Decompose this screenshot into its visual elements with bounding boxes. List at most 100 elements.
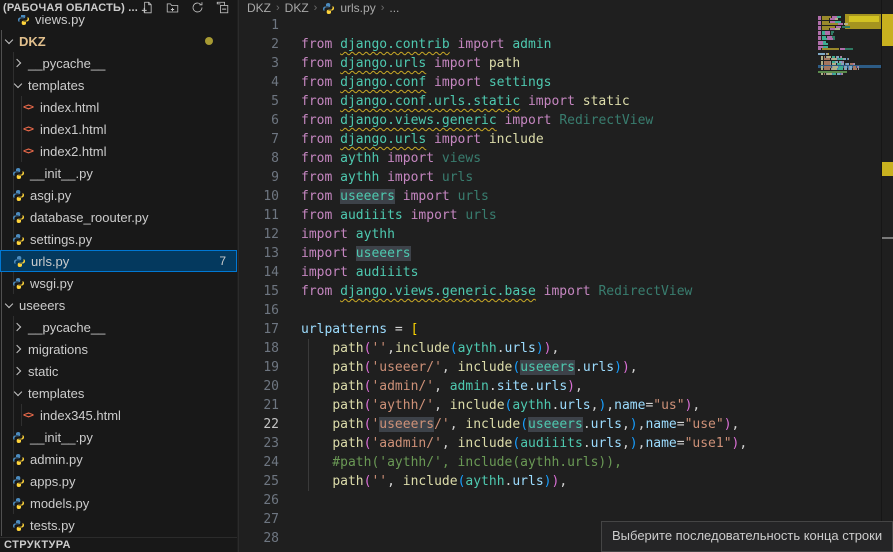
tree-item--pycache-[interactable]: __pycache__ (0, 316, 237, 338)
code-line-18[interactable]: 18 path('',include(aythh.urls)), (239, 339, 893, 358)
line-number[interactable]: 2 (239, 35, 279, 54)
code-line-24[interactable]: 24 #path('aythh/', include(aythh.urls)), (239, 453, 893, 472)
line-number[interactable]: 23 (239, 434, 279, 453)
tree-item-settings-py[interactable]: settings.py (0, 228, 237, 250)
tree-item-useeers[interactable]: useeers (0, 294, 237, 316)
tree-item-index2-html[interactable]: <>index2.html (0, 140, 237, 162)
collapse-all-icon[interactable] (216, 1, 229, 14)
tree-item-templates[interactable]: templates (0, 74, 237, 96)
code-line-22[interactable]: 22 path('useeers/', include(useeers.urls… (239, 415, 893, 434)
breadcrumb-item[interactable]: ... (389, 1, 399, 15)
line-number[interactable]: 12 (239, 225, 279, 244)
code-line-1[interactable]: 1 (239, 16, 893, 35)
outline-section-header[interactable]: СТРУКТУРА (0, 537, 237, 552)
code-line-10[interactable]: 10from useeers import urls (239, 187, 893, 206)
new-folder-icon[interactable] (166, 1, 179, 14)
line-number[interactable]: 16 (239, 301, 279, 320)
line-number[interactable]: 19 (239, 358, 279, 377)
code-line-17[interactable]: 17urlpatterns = [ (239, 320, 893, 339)
overview-ruler-mark (882, 14, 893, 46)
tree-item--init-py[interactable]: __init__.py (0, 426, 237, 448)
tree-item-index345-html[interactable]: <>index345.html (0, 404, 237, 426)
code-line-2[interactable]: 2from django.contrib import admin (239, 35, 893, 54)
breadcrumb-separator: › (314, 2, 318, 14)
tree-item-index-html[interactable]: <>index.html (0, 96, 237, 118)
code-line-25[interactable]: 25 path('', include(aythh.urls)), (239, 472, 893, 491)
tree-item-wsgi-py[interactable]: wsgi.py (0, 272, 237, 294)
line-number[interactable]: 14 (239, 263, 279, 282)
tree-item-static[interactable]: static (0, 360, 237, 382)
code-line-23[interactable]: 23 path('aadmin/', include(audiiits.urls… (239, 434, 893, 453)
tree-item-database-roouter-py[interactable]: database_roouter.py (0, 206, 237, 228)
code-line-14[interactable]: 14import audiiits (239, 263, 893, 282)
line-number[interactable]: 25 (239, 472, 279, 491)
breadcrumb-item[interactable]: DKZ (247, 1, 271, 15)
code-line-11[interactable]: 11from audiiits import urls (239, 206, 893, 225)
line-number[interactable]: 15 (239, 282, 279, 301)
line-number[interactable]: 6 (239, 111, 279, 130)
line-number[interactable]: 13 (239, 244, 279, 263)
line-number[interactable]: 8 (239, 149, 279, 168)
line-number[interactable]: 24 (239, 453, 279, 472)
code-text: path('useeer/', include(useeers.urls)), (301, 358, 638, 377)
code-text: from aythh import urls (301, 168, 473, 187)
code-line-6[interactable]: 6from django.views.generic import Redire… (239, 111, 893, 130)
breadcrumb-separator: › (381, 2, 385, 14)
tree-item-index1-html[interactable]: <>index1.html (0, 118, 237, 140)
line-number[interactable]: 1 (239, 16, 279, 35)
breadcrumb-item[interactable]: urls.py (340, 1, 375, 15)
tree-item-migrations[interactable]: migrations (0, 338, 237, 360)
tree-item-tests-py[interactable]: tests.py (0, 514, 237, 536)
tree-item-label: settings.py (30, 232, 92, 247)
code-line-12[interactable]: 12import aythh (239, 225, 893, 244)
tree-item--pycache-[interactable]: __pycache__ (0, 52, 237, 74)
python-file-icon (11, 475, 25, 488)
tree-item-templates[interactable]: templates (0, 382, 237, 404)
line-number[interactable]: 18 (239, 339, 279, 358)
code-line-7[interactable]: 7from django.urls import include (239, 130, 893, 149)
minimap[interactable] (818, 13, 881, 103)
tree-item-dkz[interactable]: DKZ (0, 30, 237, 52)
code-line-20[interactable]: 20 path('admin/', admin.site.urls), (239, 377, 893, 396)
tree-item-models-py[interactable]: models.py (0, 492, 237, 514)
code-line-9[interactable]: 9 from aythh import urls (239, 168, 893, 187)
code-text: #path('aythh/', include(aythh.urls)), (301, 453, 622, 472)
line-number[interactable]: 28 (239, 529, 279, 548)
breadcrumb[interactable]: DKZ›DKZ›urls.py›... (247, 0, 399, 16)
line-number[interactable]: 4 (239, 73, 279, 92)
breadcrumb-item[interactable]: DKZ (285, 1, 309, 15)
line-number[interactable]: 20 (239, 377, 279, 396)
new-file-icon[interactable] (141, 1, 154, 14)
line-number[interactable]: 27 (239, 510, 279, 529)
code-line-13[interactable]: 13import useeers (239, 244, 893, 263)
line-number[interactable]: 17 (239, 320, 279, 339)
code-line-5[interactable]: 5from django.conf.urls.static import sta… (239, 92, 893, 111)
line-number[interactable]: 3 (239, 54, 279, 73)
refresh-icon[interactable] (191, 1, 204, 14)
code-area[interactable]: 12from django.contrib import admin3from … (239, 16, 893, 548)
line-number[interactable]: 11 (239, 206, 279, 225)
line-number[interactable]: 21 (239, 396, 279, 415)
tree-item-asgi-py[interactable]: asgi.py (0, 184, 237, 206)
line-number[interactable]: 22 (239, 415, 279, 434)
code-line-3[interactable]: 3from django.urls import path (239, 54, 893, 73)
line-number[interactable]: 9 (239, 168, 279, 187)
tree-item-urls-py[interactable]: urls.py7 (0, 250, 237, 272)
code-line-4[interactable]: 4from django.conf import settings (239, 73, 893, 92)
line-number[interactable]: 7 (239, 130, 279, 149)
line-number[interactable]: 5 (239, 92, 279, 111)
code-line-19[interactable]: 19 path('useeer/', include(useeers.urls)… (239, 358, 893, 377)
tree-item-admin-py[interactable]: admin.py (0, 448, 237, 470)
tree-item--init-py[interactable]: __init__.py (0, 162, 237, 184)
code-line-26[interactable]: 26 (239, 491, 893, 510)
code-line-21[interactable]: 21 path('aythh/', include(aythh.urls,),n… (239, 396, 893, 415)
explorer-section-header[interactable]: (РАБОЧАЯ ОБЛАСТЬ) ... (0, 0, 237, 15)
tree-item-label: __pycache__ (28, 320, 105, 335)
code-line-15[interactable]: 15from django.views.generic.base import … (239, 282, 893, 301)
tree-item-apps-py[interactable]: apps.py (0, 470, 237, 492)
line-number[interactable]: 10 (239, 187, 279, 206)
line-number[interactable]: 26 (239, 491, 279, 510)
overview-ruler[interactable] (882, 0, 893, 552)
code-line-16[interactable]: 16 (239, 301, 893, 320)
code-line-8[interactable]: 8from aythh import views (239, 149, 893, 168)
